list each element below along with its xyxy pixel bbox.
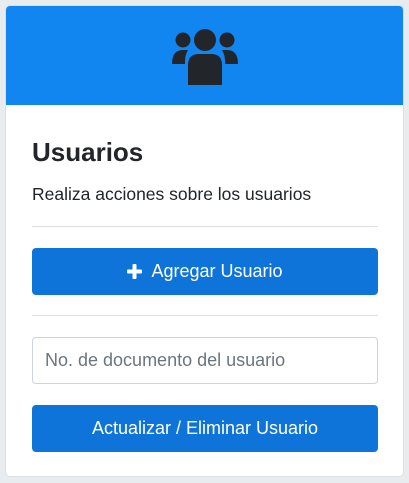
users-card: Usuarios Realiza acciones sobre los usua… [5,5,404,477]
update-delete-user-button[interactable]: Actualizar / Eliminar Usuario [32,405,378,452]
add-user-button[interactable]: Agregar Usuario [32,248,378,295]
divider [32,226,378,227]
document-number-input[interactable] [32,337,378,384]
card-subtitle: Realiza acciones sobre los usuarios [32,184,312,204]
plus-icon [127,264,143,279]
card-header [6,6,403,105]
card-title: Usuarios [32,137,144,167]
card-body: Usuarios Realiza acciones sobre los usua… [6,135,403,452]
update-delete-user-button-label: Actualizar / Eliminar Usuario [91,418,319,438]
users-icon [171,27,238,85]
divider [32,315,378,316]
add-user-button-label: Agregar Usuario [151,261,283,281]
